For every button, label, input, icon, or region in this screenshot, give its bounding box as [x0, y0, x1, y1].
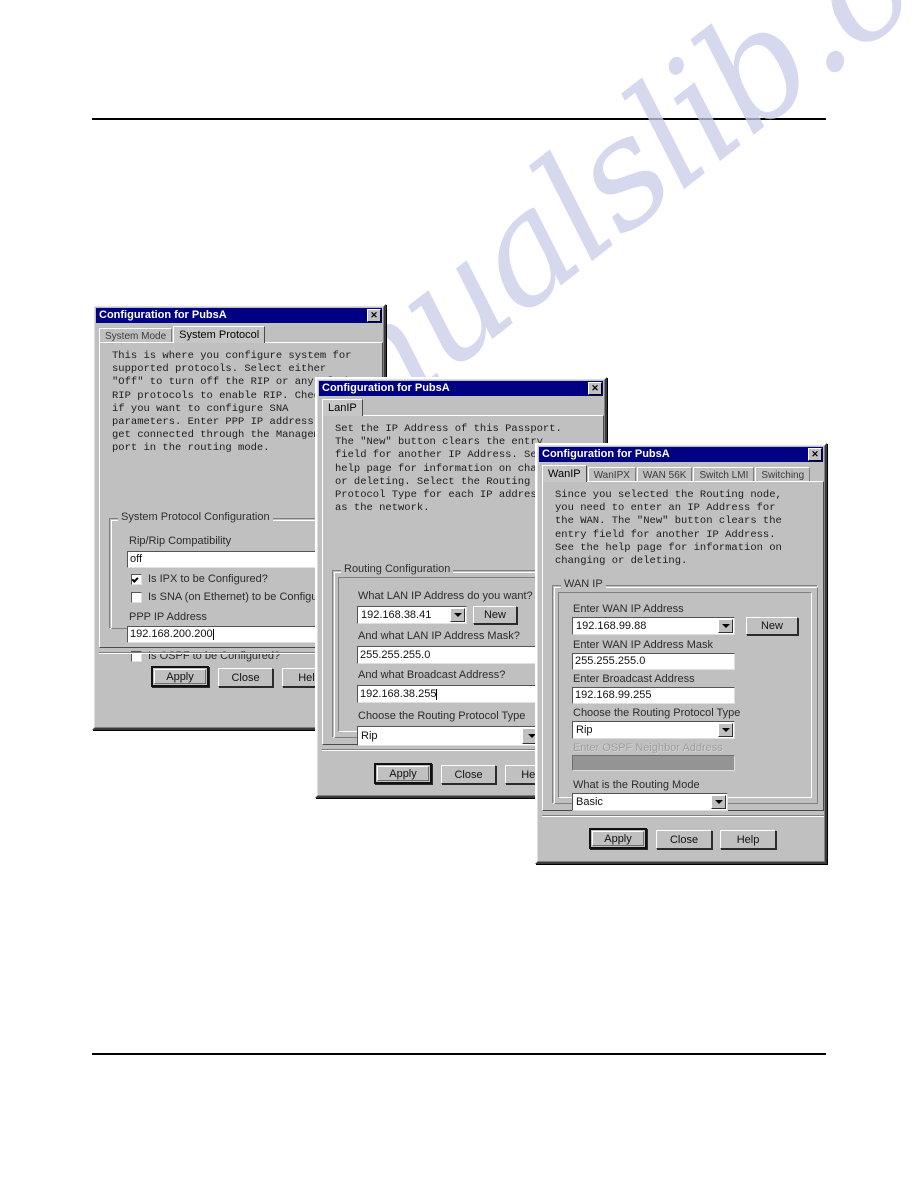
document-page: manualslib.com Configuration for PubsA ✕… — [0, 0, 918, 1188]
tab-switching[interactable]: Switching — [755, 467, 811, 482]
tab-system-mode[interactable]: System Mode — [99, 328, 173, 343]
wan-ip-address-combo[interactable]: 192.168.99.88 — [572, 617, 735, 635]
dialog3-title: Configuration for PubsA — [542, 448, 670, 460]
apply-button-label: Apply — [592, 831, 644, 846]
tab-wan-56k[interactable]: WAN 56K — [636, 467, 693, 482]
close-button[interactable]: Close — [218, 668, 273, 687]
lan-mask-label: And what LAN IP Address Mask? — [358, 630, 520, 642]
sna-checkbox-row[interactable]: Is SNA (on Ethernet) to be Configured? — [131, 591, 339, 603]
new-button[interactable]: New — [473, 606, 517, 624]
routing-mode-combo[interactable]: Basic — [572, 793, 728, 811]
ospf-neighbor-input — [572, 755, 735, 771]
group3-label: WAN IP — [561, 578, 606, 591]
lan-protocol-label: Choose the Routing Protocol Type — [358, 710, 526, 722]
dialog3-tab-panel: Since you selected the Routing node, you… — [542, 481, 824, 811]
ipx-checkbox-row[interactable]: Is IPX to be Configured? — [131, 573, 268, 585]
wan-ip-address-value: 192.168.99.88 — [576, 620, 647, 632]
wan-broadcast-input[interactable]: 192.168.99.255 — [572, 687, 735, 704]
lan-broadcast-input[interactable]: 192.168.38.255 — [357, 685, 543, 703]
wan-mask-label: Enter WAN IP Address Mask — [573, 639, 713, 651]
dialog2-help-text: Set the IP Address of this Passport. The… — [335, 423, 568, 515]
close-button[interactable]: Close — [441, 765, 496, 784]
lan-ip-address-value: 192.168.38.41 — [361, 609, 432, 621]
wan-protocol-label: Choose the Routing Protocol Type — [573, 707, 741, 719]
chevron-down-icon[interactable] — [711, 795, 726, 809]
wan-ip-group: WAN IP Enter WAN IP Address 192.168.99.8… — [552, 578, 818, 811]
dialog3-help-text: Since you selected the Routing node, you… — [555, 489, 782, 568]
chevron-down-icon[interactable] — [718, 619, 733, 633]
close-icon[interactable]: ✕ — [808, 448, 822, 461]
sna-checkbox-label: Is SNA (on Ethernet) to be Configured? — [148, 591, 340, 603]
close-icon[interactable]: ✕ — [588, 382, 602, 395]
lan-protocol-value: Rip — [361, 730, 378, 742]
dialog3-tabstrip[interactable]: WanIP WanIPX WAN 56K Switch LMI Switchin… — [542, 465, 811, 482]
apply-button[interactable]: Apply — [374, 763, 432, 784]
wan-broadcast-label: Enter Broadcast Address — [573, 673, 695, 685]
apply-button[interactable]: Apply — [589, 828, 647, 849]
tab-lanip[interactable]: LanIP — [322, 399, 363, 416]
dialog2-title: Configuration for PubsA — [322, 382, 450, 394]
page-footer-rule — [92, 1053, 826, 1055]
tab-wanipx[interactable]: WanIPX — [587, 467, 636, 482]
rip-compatibility-label: Rip/Rip Compatibility — [129, 535, 232, 547]
dialog2-titlebar[interactable]: Configuration for PubsA ✕ — [319, 381, 603, 396]
close-button[interactable]: Close — [656, 830, 712, 849]
page-header-rule — [92, 118, 826, 120]
lan-mask-input[interactable]: 255.255.255.0 — [357, 646, 543, 664]
lan-ip-address-label: What LAN IP Address do you want? — [358, 590, 533, 602]
tab-switch-lmi[interactable]: Switch LMI — [693, 467, 755, 482]
apply-button-label: Apply — [377, 766, 429, 781]
dialog1-titlebar[interactable]: Configuration for PubsA ✕ — [96, 308, 382, 323]
routing-mode-label: What is the Routing Mode — [573, 779, 700, 791]
group2-label: Routing Configuration — [341, 563, 454, 576]
lan-protocol-combo[interactable]: Rip — [357, 726, 543, 746]
ppp-ip-address-label: PPP IP Address — [129, 611, 207, 623]
dialog1-title: Configuration for PubsA — [99, 309, 227, 321]
wan-protocol-value: Rip — [576, 724, 593, 736]
wan-protocol-combo[interactable]: Rip — [572, 721, 735, 739]
checkbox-icon[interactable] — [131, 573, 142, 585]
group1-label: System Protocol Configuration — [118, 511, 273, 524]
chevron-down-icon[interactable] — [718, 723, 733, 737]
dialog3-button-separator — [542, 815, 824, 817]
help-button[interactable]: Help — [720, 830, 776, 849]
dialog3-titlebar[interactable]: Configuration for PubsA ✕ — [539, 447, 823, 462]
ipx-checkbox-label: Is IPX to be Configured? — [148, 573, 268, 585]
dialog-wan-ip[interactable]: Configuration for PubsA ✕ WanIP WanIPX W… — [535, 443, 827, 864]
apply-button[interactable]: Apply — [151, 666, 209, 687]
new-button[interactable]: New — [746, 617, 798, 635]
ospf-neighbor-label: Enter OSPF Neighbor Address — [573, 742, 723, 754]
wan-mask-input[interactable]: 255.255.255.0 — [572, 653, 735, 670]
close-icon[interactable]: ✕ — [367, 309, 381, 322]
apply-button-label: Apply — [154, 669, 206, 684]
tab-system-protocol[interactable]: System Protocol — [173, 326, 266, 343]
checkbox-icon[interactable] — [131, 591, 142, 603]
wan-ip-address-label: Enter WAN IP Address — [573, 603, 684, 615]
dialog2-tabstrip[interactable]: LanIP — [322, 399, 364, 416]
lan-ip-address-combo[interactable]: 192.168.38.41 — [357, 606, 467, 624]
dialog1-tabstrip[interactable]: System Mode System Protocol — [99, 326, 266, 343]
routing-mode-value: Basic — [576, 796, 603, 808]
chevron-down-icon[interactable] — [450, 608, 465, 622]
tab-wanip[interactable]: WanIP — [542, 465, 587, 482]
lan-broadcast-label: And what Broadcast Address? — [358, 669, 506, 681]
